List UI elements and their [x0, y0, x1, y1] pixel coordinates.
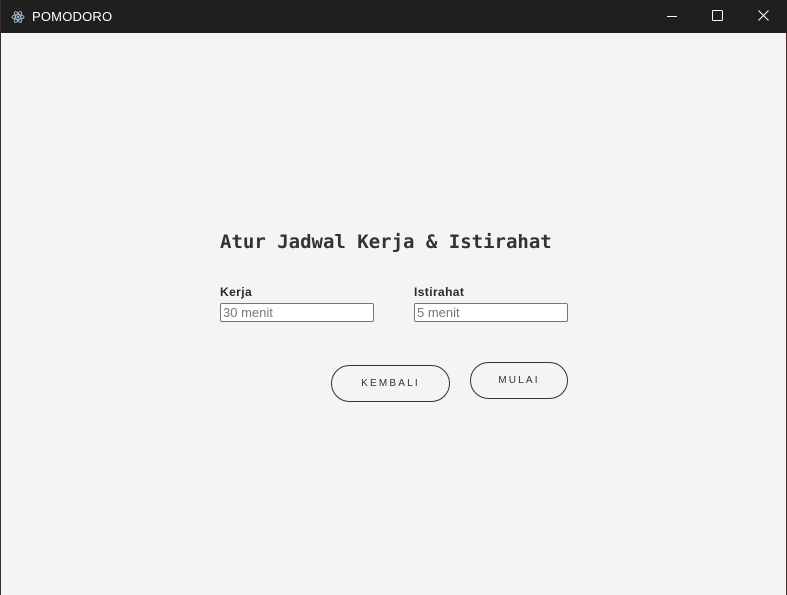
pomodoro-window: POMODORO Atur Jadwal Kerja & Istirahat K…: [0, 0, 787, 595]
page-title: Atur Jadwal Kerja & Istirahat: [220, 231, 552, 253]
back-button[interactable]: KEMBALI: [331, 365, 450, 402]
close-icon: [757, 8, 769, 26]
work-duration-label: Kerja: [220, 285, 253, 299]
break-duration-input[interactable]: [414, 303, 568, 322]
electron-atom-icon: [11, 10, 25, 24]
window-title: POMODORO: [32, 9, 113, 24]
work-duration-input[interactable]: [220, 303, 374, 322]
break-duration-label: Istirahat: [414, 285, 465, 299]
minimize-button[interactable]: [649, 0, 695, 33]
start-button[interactable]: MULAI: [470, 362, 568, 399]
title-bar[interactable]: POMODORO: [1, 0, 787, 33]
maximize-button[interactable]: [694, 0, 740, 33]
minimize-icon: [667, 8, 677, 26]
close-button[interactable]: [740, 0, 786, 33]
maximize-icon: [711, 8, 723, 26]
